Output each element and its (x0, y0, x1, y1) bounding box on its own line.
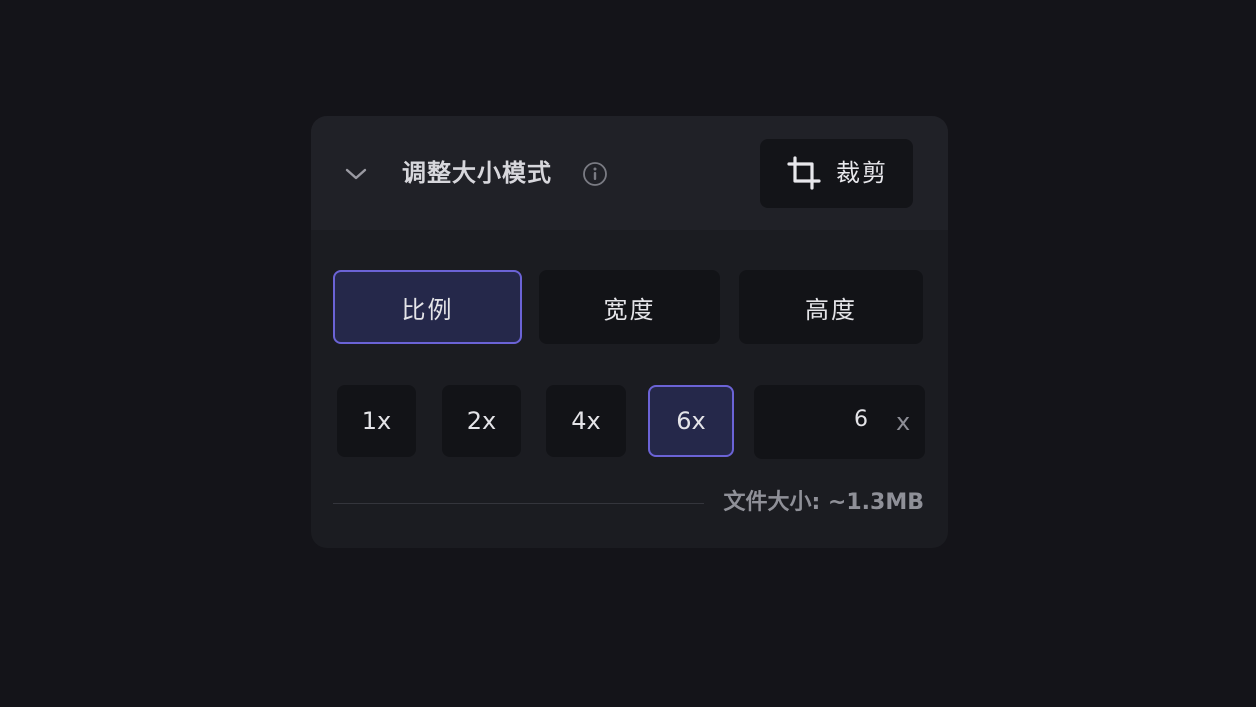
divider (333, 503, 704, 504)
scale-1x-button[interactable]: 1x (337, 385, 416, 457)
crop-icon (787, 156, 821, 190)
panel-title: 调整大小模式 (402, 159, 552, 187)
custom-scale-suffix: x (896, 408, 911, 436)
custom-scale-input[interactable] (754, 385, 874, 459)
scale-6x-button[interactable]: 6x (648, 385, 734, 457)
mode-height-button[interactable]: 高度 (739, 270, 923, 344)
mode-width-button[interactable]: 宽度 (539, 270, 720, 344)
info-icon[interactable] (582, 161, 608, 187)
scale-4x-button[interactable]: 4x (546, 385, 626, 457)
panel-header: 调整大小模式 裁剪 (311, 116, 948, 230)
scale-2x-button[interactable]: 2x (442, 385, 521, 457)
crop-button[interactable]: 裁剪 (760, 139, 913, 208)
resize-panel: 调整大小模式 裁剪 比例 宽度 高度 1x 2x 4x 6x x 文件大小: ~… (311, 116, 948, 548)
mode-ratio-button[interactable]: 比例 (333, 270, 522, 344)
custom-scale-field: x (754, 385, 925, 459)
crop-button-label: 裁剪 (836, 159, 888, 187)
chevron-down-icon[interactable] (344, 162, 368, 186)
file-size-label: 文件大小: ~1.3MB (723, 490, 924, 515)
